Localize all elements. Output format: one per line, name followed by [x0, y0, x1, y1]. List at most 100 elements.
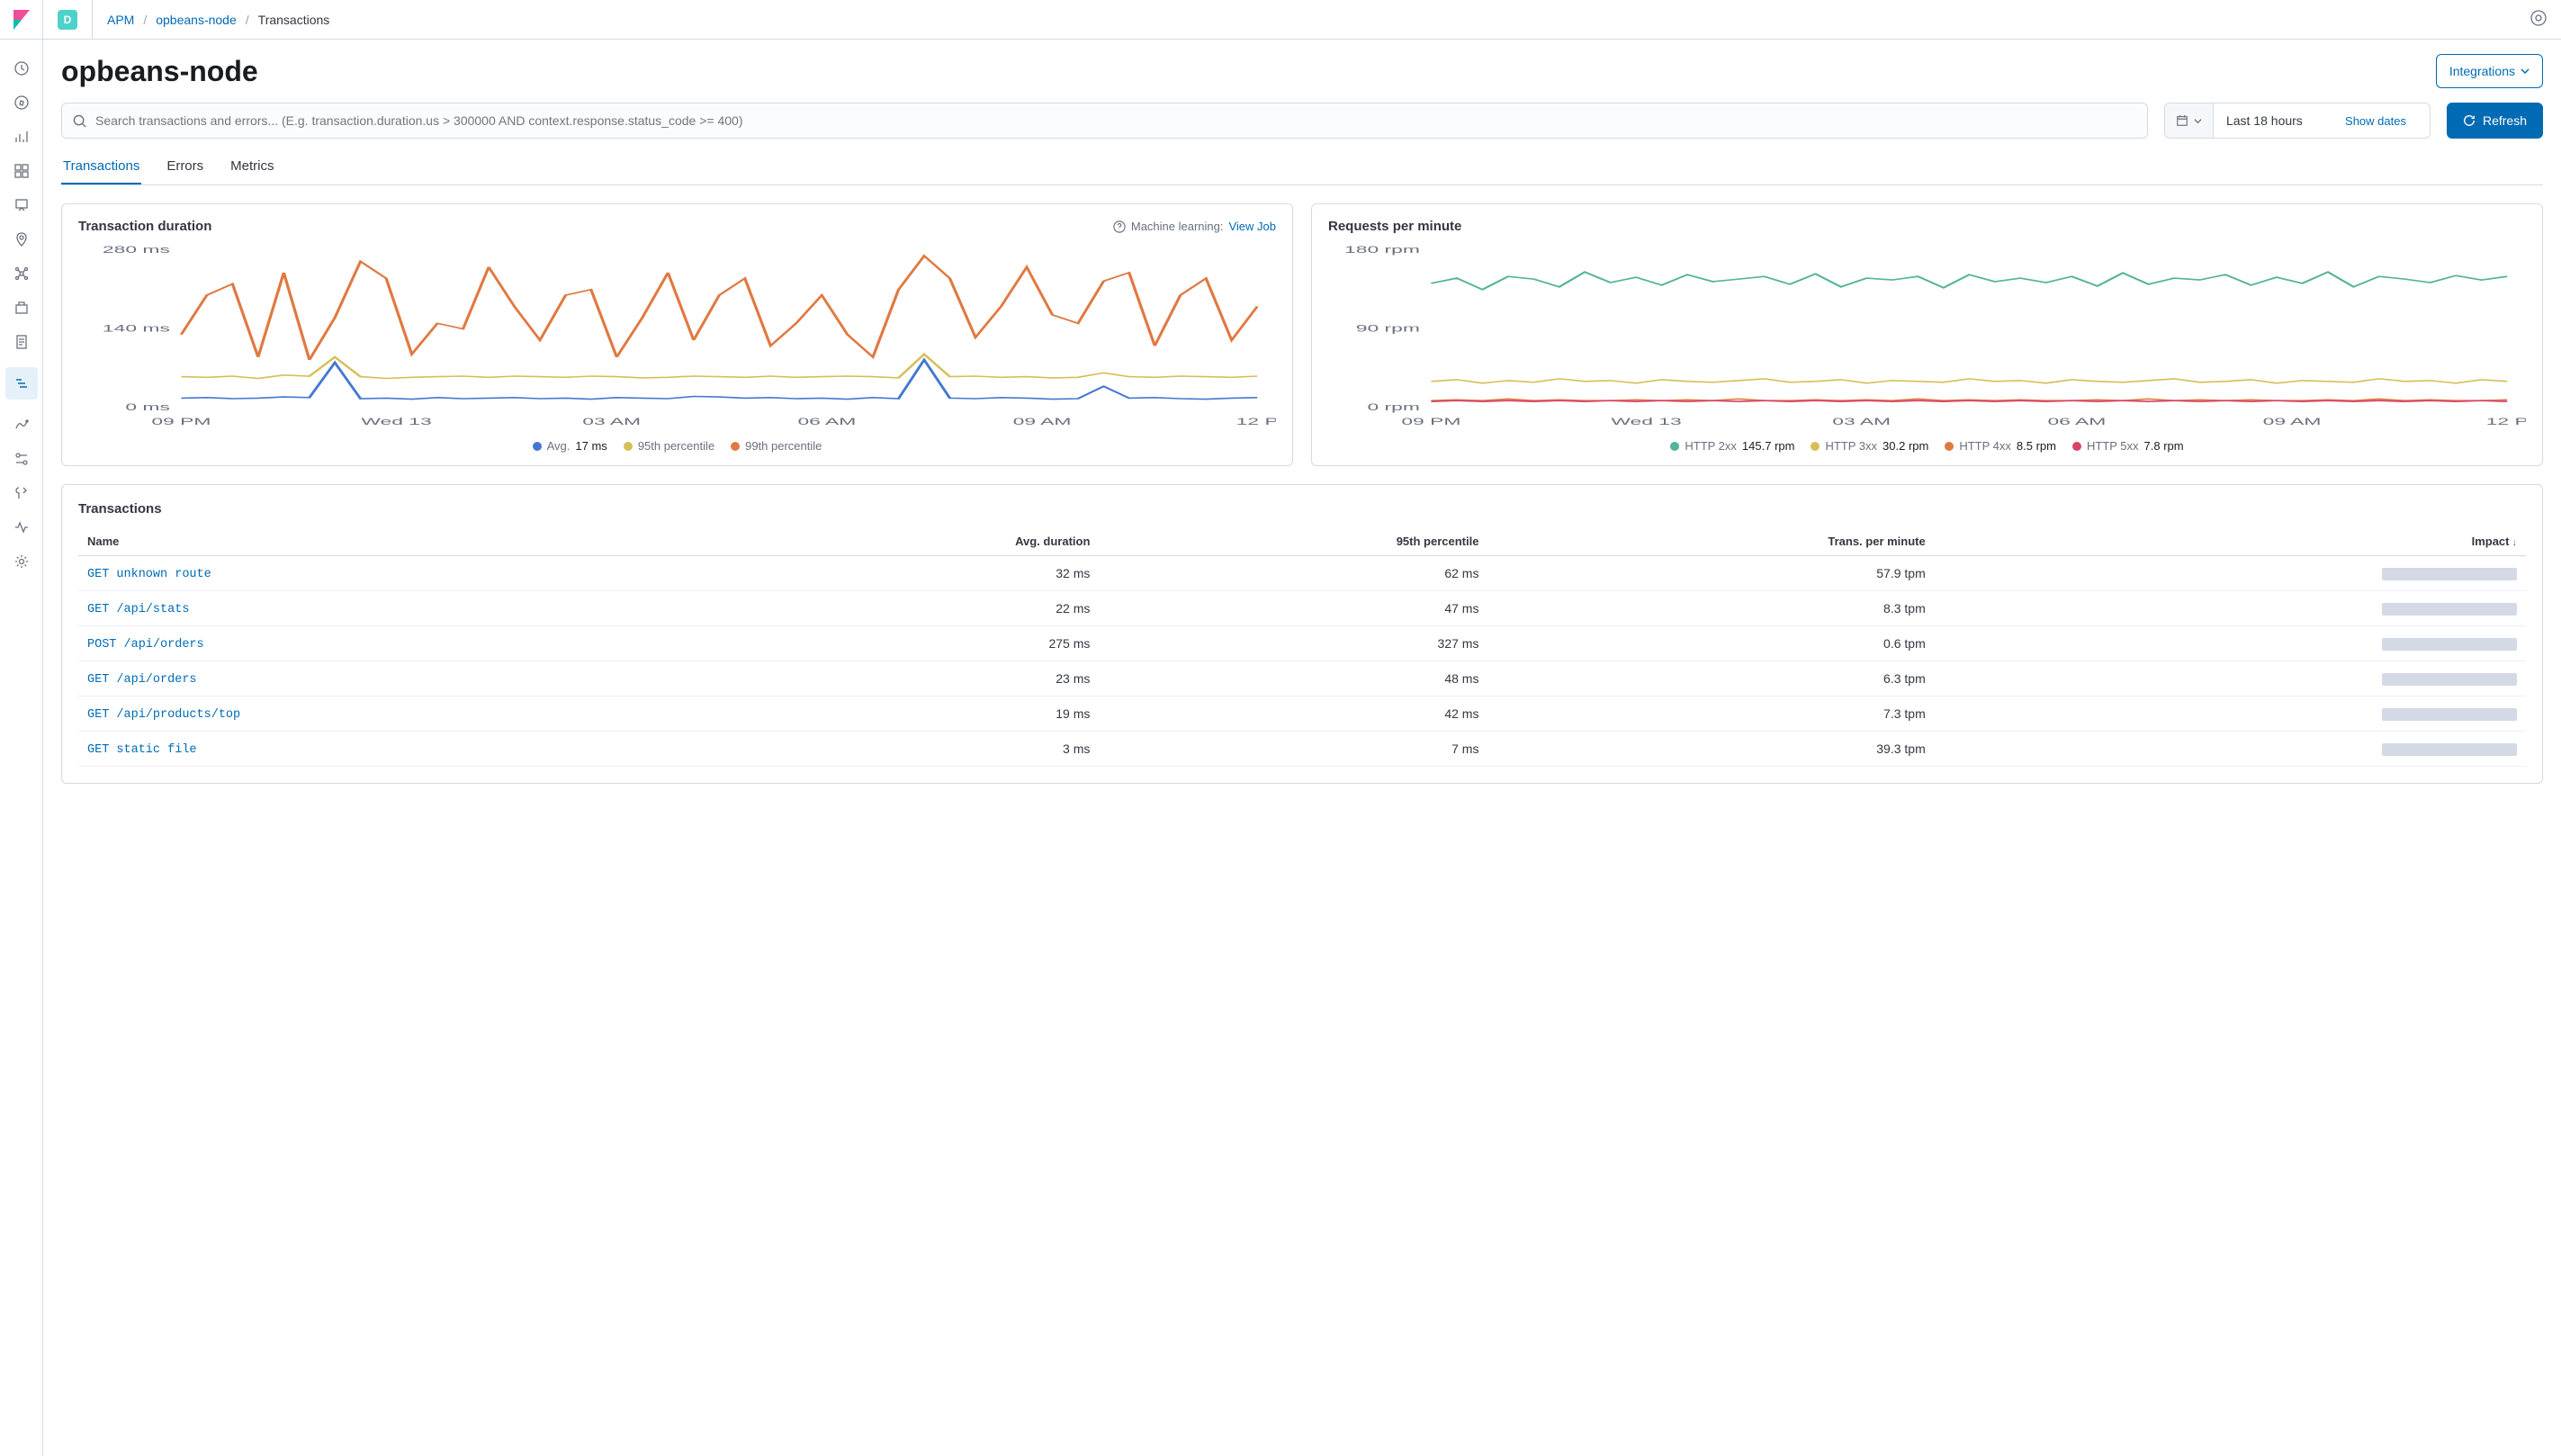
svg-text:09 PM: 09 PM	[1401, 416, 1460, 427]
table-row: GET unknown route 32 ms 62 ms 57.9 tpm	[78, 556, 2526, 591]
svg-text:06 AM: 06 AM	[2047, 416, 2106, 427]
svg-text:180 rpm: 180 rpm	[1344, 244, 1420, 255]
maps-icon[interactable]	[13, 230, 31, 248]
tpm-cell: 39.3 tpm	[1487, 732, 1934, 767]
canvas-icon[interactable]	[13, 196, 31, 214]
svg-text:06 AM: 06 AM	[797, 416, 856, 427]
p95-cell: 327 ms	[1099, 626, 1487, 661]
table-row: GET /api/orders 23 ms 48 ms 6.3 tpm	[78, 661, 2526, 697]
legend-item[interactable]: Avg. 17 ms	[533, 439, 607, 453]
impact-cell	[1935, 626, 2526, 661]
impact-cell	[1935, 732, 2526, 767]
tabs: Transactions Errors Metrics	[61, 149, 2543, 185]
date-picker: Last 18 hours Show dates	[2164, 103, 2431, 139]
avg-duration-cell: 23 ms	[740, 661, 1099, 697]
column-header[interactable]: Trans. per minute	[1487, 527, 1934, 556]
legend-item[interactable]: HTTP 5xx 7.8 rpm	[2072, 439, 2184, 453]
space-selector[interactable]: D	[58, 10, 77, 30]
svg-text:09 AM: 09 AM	[2263, 416, 2322, 427]
impact-cell	[1935, 697, 2526, 732]
visualize-icon[interactable]	[13, 128, 31, 146]
column-header[interactable]: Name	[78, 527, 740, 556]
help-icon[interactable]	[2530, 10, 2547, 29]
impact-cell	[1935, 661, 2526, 697]
apm-icon[interactable]	[5, 367, 38, 400]
legend-item[interactable]: HTTP 3xx 30.2 rpm	[1811, 439, 1928, 453]
impact-cell	[1935, 556, 2526, 591]
tpm-cell: 57.9 tpm	[1487, 556, 1934, 591]
transactions-table-panel: Transactions NameAvg. duration95th perce…	[61, 484, 2543, 784]
breadcrumb-service[interactable]: opbeans-node	[156, 13, 237, 27]
column-header[interactable]: Impact↓	[1935, 527, 2526, 556]
uptime-icon[interactable]	[13, 416, 31, 434]
avg-duration-cell: 32 ms	[740, 556, 1099, 591]
svg-text:12 P: 12 P	[1236, 416, 1276, 427]
p95-cell: 7 ms	[1099, 732, 1487, 767]
legend-item[interactable]: HTTP 4xx 8.5 rpm	[1945, 439, 2056, 453]
avg-duration-cell: 22 ms	[740, 591, 1099, 626]
duration-chart[interactable]: 0 ms140 ms280 ms09 PMWed 1303 AM06 AM09 …	[78, 241, 1276, 430]
dashboard-icon[interactable]	[13, 162, 31, 180]
show-dates-link[interactable]: Show dates	[2345, 114, 2417, 128]
breadcrumb-current: Transactions	[258, 13, 330, 27]
transaction-link[interactable]: GET static file	[87, 743, 197, 757]
svg-text:0 rpm: 0 rpm	[1367, 401, 1419, 412]
p95-cell: 62 ms	[1099, 556, 1487, 591]
sort-arrow-icon: ↓	[2512, 537, 2518, 548]
view-job-link[interactable]: View Job	[1228, 220, 1276, 233]
p95-cell: 42 ms	[1099, 697, 1487, 732]
svg-text:140 ms: 140 ms	[103, 323, 170, 334]
date-range-display[interactable]: Last 18 hours Show dates	[2214, 103, 2430, 138]
table-title: Transactions	[78, 501, 2526, 517]
refresh-button[interactable]: Refresh	[2447, 103, 2543, 139]
recently-viewed-icon[interactable]	[13, 59, 31, 77]
transaction-link[interactable]: GET /api/orders	[87, 673, 197, 687]
transaction-link[interactable]: GET /api/stats	[87, 603, 189, 616]
monitoring-icon[interactable]	[13, 518, 31, 536]
impact-cell	[1935, 591, 2526, 626]
legend-item[interactable]: 95th percentile	[624, 439, 714, 453]
discover-icon[interactable]	[13, 94, 31, 112]
tab-metrics[interactable]: Metrics	[229, 149, 275, 184]
integrations-button[interactable]: Integrations	[2436, 54, 2543, 88]
tab-errors[interactable]: Errors	[165, 149, 205, 184]
help-icon[interactable]	[1113, 220, 1126, 233]
rpm-chart[interactable]: 0 rpm90 rpm180 rpm09 PMWed 1303 AM06 AM0…	[1328, 241, 2526, 430]
legend-item[interactable]: HTTP 2xx 145.7 rpm	[1670, 439, 1794, 453]
chevron-down-icon	[2521, 67, 2530, 76]
rpm-legend: HTTP 2xx 145.7 rpm HTTP 3xx 30.2 rpm HTTP …	[1328, 439, 2526, 453]
transaction-link[interactable]: GET unknown route	[87, 568, 211, 581]
refresh-icon	[2463, 114, 2476, 127]
calendar-icon	[2176, 114, 2188, 127]
duration-legend: Avg. 17 ms 95th percentile 99th percentile	[78, 439, 1276, 453]
logs-icon[interactable]	[13, 333, 31, 351]
top-bar: D APM / opbeans-node / Transactions	[43, 0, 2561, 40]
global-sidebar	[0, 0, 43, 1456]
infrastructure-icon[interactable]	[13, 299, 31, 317]
legend-item[interactable]: 99th percentile	[731, 439, 822, 453]
transaction-link[interactable]: GET /api/products/top	[87, 708, 240, 722]
search-box[interactable]	[61, 103, 2148, 139]
p95-cell: 48 ms	[1099, 661, 1487, 697]
search-input[interactable]	[95, 113, 2136, 128]
ml-icon[interactable]	[13, 265, 31, 283]
column-header[interactable]: 95th percentile	[1099, 527, 1487, 556]
siem-icon[interactable]	[13, 450, 31, 468]
tab-transactions[interactable]: Transactions	[61, 149, 141, 184]
table-row: GET static file 3 ms 7 ms 39.3 tpm	[78, 732, 2526, 767]
kibana-logo[interactable]	[0, 0, 43, 40]
svg-text:280 ms: 280 ms	[103, 244, 170, 255]
management-icon[interactable]	[13, 553, 31, 571]
transaction-link[interactable]: POST /api/orders	[87, 638, 204, 652]
svg-text:09 PM: 09 PM	[151, 416, 211, 427]
svg-text:90 rpm: 90 rpm	[1356, 323, 1420, 334]
table-row: GET /api/stats 22 ms 47 ms 8.3 tpm	[78, 591, 2526, 626]
breadcrumb-apm[interactable]: APM	[107, 13, 134, 27]
tpm-cell: 8.3 tpm	[1487, 591, 1934, 626]
column-header[interactable]: Avg. duration	[740, 527, 1099, 556]
table-header-row: NameAvg. duration95th percentileTrans. p…	[78, 527, 2526, 556]
dev-tools-icon[interactable]	[13, 484, 31, 502]
breadcrumb: APM / opbeans-node / Transactions	[107, 13, 329, 27]
avg-duration-cell: 275 ms	[740, 626, 1099, 661]
date-quick-button[interactable]	[2165, 103, 2214, 138]
